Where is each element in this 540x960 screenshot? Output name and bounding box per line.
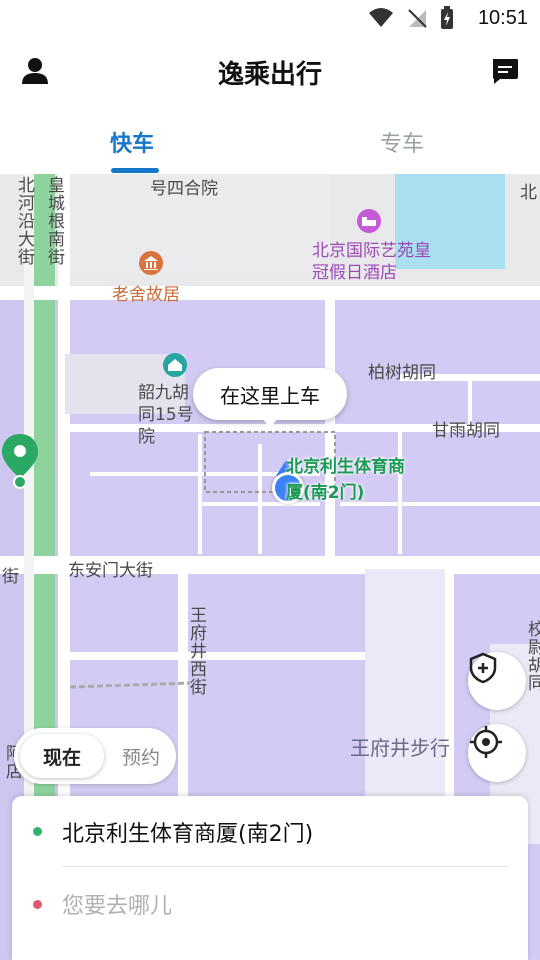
- locate-icon: [470, 726, 502, 758]
- status-time: 10:51: [477, 7, 528, 29]
- destination-row[interactable]: 您要去哪儿: [12, 868, 528, 938]
- shield-plus-icon: [469, 652, 497, 684]
- destination-dot: [33, 900, 42, 909]
- row-divider: [62, 866, 508, 867]
- no-signal-icon: [408, 9, 427, 28]
- status-icons: [368, 6, 454, 30]
- origin-dot: [33, 827, 42, 836]
- message-button[interactable]: [490, 56, 522, 88]
- wifi-icon: [369, 8, 393, 27]
- origin-row[interactable]: 北京利生体育商厦(南2门): [12, 796, 528, 867]
- hotel-icon: [357, 209, 381, 233]
- map-label-ganyu: 甘雨胡同: [432, 421, 500, 441]
- tab-express[interactable]: 快车: [110, 126, 154, 158]
- map-label-huangcheng: 皇城根南街: [44, 176, 64, 266]
- locate-button[interactable]: [468, 724, 526, 782]
- map-label-baishu: 柏树胡同: [368, 363, 436, 383]
- safety-button[interactable]: [468, 652, 526, 710]
- map-label-jie: 街: [2, 567, 19, 587]
- origin-text: 北京利生体育商厦(南2门): [62, 822, 314, 847]
- map-label-laoshe: 老舍故居: [112, 285, 180, 305]
- museum-icon: [139, 251, 163, 275]
- map-label-hotel: 北京国际艺苑皇冠假日酒店: [312, 241, 431, 283]
- pickup-pin-icon: [2, 434, 38, 489]
- battery-charging-icon: [441, 6, 453, 29]
- station-label: 北京利生体育商厦(南2门): [286, 454, 412, 506]
- service-tabs: 快车 专车: [0, 108, 540, 174]
- message-icon: [493, 59, 518, 84]
- route-sheet: 北京利生体育商厦(南2门) 您要去哪儿: [12, 796, 528, 960]
- ride-mode-switch: 现在 预约: [14, 728, 176, 784]
- map-label-wangfujing-xi: 王府井西街: [186, 606, 206, 696]
- map-label-shaojiu: 韶九胡同15号院: [138, 383, 194, 447]
- residence-icon: [163, 353, 187, 377]
- app-title: 逸乘出行: [217, 60, 322, 90]
- pickup-bubble-tail: [262, 418, 278, 428]
- map-label-beiheyan: 北河沿大街: [14, 176, 34, 266]
- destination-placeholder: 您要去哪儿: [62, 894, 173, 919]
- pickup-bubble[interactable]: 在这里上车: [193, 368, 347, 420]
- map-label-siheyuan: 号四合院: [150, 179, 218, 199]
- station-label-text: 北京利生体育商厦(南2门): [286, 457, 405, 503]
- mode-now-button[interactable]: 现在: [20, 734, 104, 778]
- map-label-dong-an-men: 东安门大街: [68, 561, 153, 581]
- app-header: 逸乘出行: [0, 36, 540, 108]
- mode-reserve-button[interactable]: 预约: [110, 734, 172, 778]
- map-label-north-edge: 北: [520, 183, 537, 203]
- status-bar: 10:51: [0, 0, 540, 36]
- map-label-wangfujing-pedestrian: 王府井步行: [350, 736, 450, 760]
- tab-indicator: [111, 168, 159, 173]
- tab-premium[interactable]: 专车: [380, 126, 424, 158]
